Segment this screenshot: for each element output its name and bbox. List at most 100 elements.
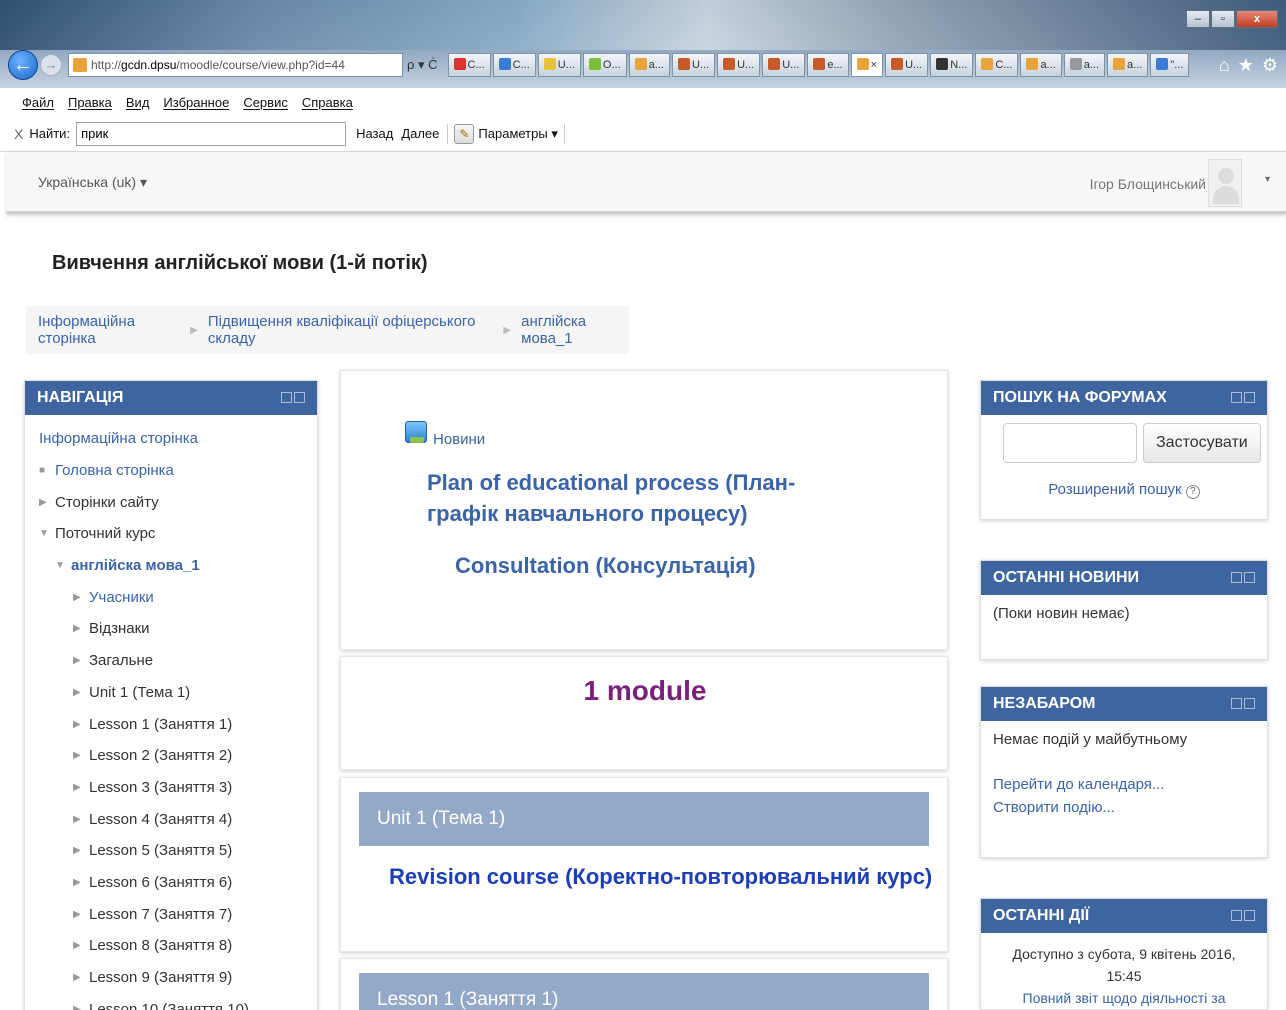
collapse-icon[interactable] [1231,698,1242,709]
browser-tab[interactable]: "... [1150,53,1190,77]
highlight-pencil-icon[interactable]: ✎ [454,123,475,144]
nav-item[interactable]: ▶ Lesson 6 (Заняття 6) [39,867,317,899]
nav-item[interactable]: ■ Головна сторінка [39,455,317,487]
user-name[interactable]: Ігор Блощинський [1090,176,1206,192]
nav-item[interactable]: ▼ Поточний курс [39,518,317,550]
news-forum-link[interactable]: Новини [433,431,485,448]
apply-button[interactable]: Застосувати [1143,423,1261,463]
tab-favicon-icon [543,58,556,70]
browser-tab[interactable]: U... [717,53,761,77]
breadcrumb-item-category[interactable]: Підвищення кваліфікації офіцерського скл… [208,313,494,347]
back-arrow-icon[interactable]: ← [8,50,38,80]
nav-item[interactable]: ▶ Unit 1 (Тема 1) [39,677,317,709]
collapsed-arrow-icon: ▶ [73,686,81,698]
find-input[interactable] [76,121,347,146]
revision-course-link[interactable]: Revision course (Коректно-повторювальний… [389,864,932,890]
nav-item[interactable]: ▶ Lesson 1 (Заняття 1) [39,708,317,740]
menu-item[interactable]: Сервис [243,95,288,110]
menu-item[interactable]: Избранное [163,95,229,110]
advanced-search-link[interactable]: Розширений пошук [1048,481,1181,498]
address-bar[interactable]: http://gcdn.dpsu/moodle/course/view.php?… [68,53,403,77]
browser-tab[interactable]: C... [975,53,1019,77]
minimize-button[interactable]: – [1186,10,1210,28]
find-back-button[interactable]: Назад [356,126,393,141]
forward-arrow-icon[interactable]: → [40,54,62,76]
browser-tab[interactable]: U... [537,53,581,77]
unit-1-header[interactable]: Unit 1 (Тема 1) [359,792,929,846]
browser-tab[interactable]: N... [930,53,974,77]
calendar-link[interactable]: Перейти до календаря... [993,776,1255,793]
forum-search-input[interactable] [1003,423,1137,463]
find-next-button[interactable]: Далее [401,126,439,141]
full-report-link[interactable]: Повний звіт щодо діяльності за останній … [993,987,1255,1010]
nav-item[interactable]: ▶ Lesson 9 (Заняття 9) [39,962,317,994]
find-close-icon[interactable]: X [14,126,23,142]
nav-item[interactable]: Інформаційна сторінка [39,423,317,455]
collapse-icon[interactable] [1231,910,1242,921]
dock-icon[interactable] [1244,910,1255,921]
menu-item[interactable]: Правка [68,95,112,110]
find-params-button[interactable]: Параметры ▾ [478,126,557,142]
latest-news-block: ОСТАННІ НОВИНИ (Поки новин немає) [980,560,1268,660]
consultation-link[interactable]: Consultation (Консультація) [455,553,756,579]
forum-search-header: ПОШУК НА ФОРУМАХ [981,381,1267,415]
nav-item[interactable]: ▶ Lesson 10 (Заняття 10) [39,993,317,1010]
tab-label: a... [1083,59,1100,71]
collapse-icon[interactable] [1231,572,1242,583]
settings-gear-icon[interactable]: ⚙ [1262,55,1278,76]
browser-tab[interactable]: e... [807,53,849,77]
nav-item[interactable]: ▶ Lesson 2 (Заняття 2) [39,740,317,772]
avatar[interactable] [1208,159,1242,207]
collapsed-arrow-icon: ▶ [73,876,81,888]
browser-tab[interactable]: C... [492,53,536,77]
browser-tab[interactable]: U... [762,53,806,77]
nav-item[interactable]: ▶ Lesson 3 (Заняття 3) [39,772,317,804]
menu-item[interactable]: Файл [22,95,54,110]
browser-tab[interactable]: U... [885,53,929,77]
dock-icon[interactable] [1244,392,1255,403]
tab-label: e... [827,59,843,71]
favorites-star-icon[interactable]: ★ [1238,55,1254,76]
browser-tab[interactable]: × [850,53,884,77]
breadcrumb-separator-icon: ▶ [190,324,198,336]
nav-item[interactable]: ▼ англійска мова_1 [39,550,317,582]
bullet-icon: ■ [39,465,46,477]
browser-tab[interactable]: O... [582,53,627,77]
collapse-icon[interactable] [1231,392,1242,403]
home-icon[interactable]: ⌂ [1219,55,1230,76]
address-tools-icon[interactable]: ρ ▾ Ċ [407,57,438,73]
nav-item[interactable]: ▶ Загальне [39,645,317,677]
lesson-1-header[interactable]: Lesson 1 (Заняття 1) [359,973,929,1010]
dock-icon[interactable] [294,392,305,403]
menu-item[interactable]: Справка [302,95,353,110]
browser-tab[interactable]: a... [628,53,670,77]
dock-icon[interactable] [1244,572,1255,583]
nav-item[interactable]: ▶ Учасники [39,581,317,613]
nav-item[interactable]: ▶ Lesson 5 (Заняття 5) [39,835,317,867]
close-window-button[interactable]: x [1236,10,1278,28]
browser-tab[interactable]: a... [1020,53,1062,77]
create-event-link[interactable]: Створити подію... [993,799,1255,816]
breadcrumb-item-info-page[interactable]: Інформаційна сторінка [38,313,180,347]
advanced-search: Розширений пошук ? [981,463,1267,499]
breadcrumb-item-course[interactable]: англійска мова_1 [521,313,629,347]
language-selector[interactable]: Українська (uk) ▾ [38,174,147,191]
menu-item[interactable]: Вид [126,95,150,110]
browser-tab[interactable]: a... [1107,53,1149,77]
browser-tab[interactable]: C... [447,53,491,77]
nav-item[interactable]: ▶ Lesson 8 (Заняття 8) [39,930,317,962]
plan-link[interactable]: Plan of educational process (План-графік… [427,467,847,529]
find-options[interactable]: ✎ Параметры ▾ [447,123,565,144]
maximize-button[interactable]: ▫ [1211,10,1235,28]
collapse-icon[interactable] [281,392,292,403]
collapsed-arrow-icon: ▶ [73,1003,81,1010]
browser-tab[interactable]: U... [671,53,716,77]
nav-item[interactable]: ▶ Lesson 4 (Заняття 4) [39,803,317,835]
help-icon[interactable]: ? [1185,485,1200,499]
browser-tab[interactable]: a... [1063,53,1106,77]
dock-icon[interactable] [1244,698,1255,709]
nav-item[interactable]: ▶ Відзнаки [39,613,317,645]
user-menu-caret-icon[interactable]: ▾ [1265,174,1270,185]
nav-item[interactable]: ▶ Lesson 7 (Заняття 7) [39,898,317,930]
nav-item[interactable]: ▶ Сторінки сайту [39,486,317,518]
